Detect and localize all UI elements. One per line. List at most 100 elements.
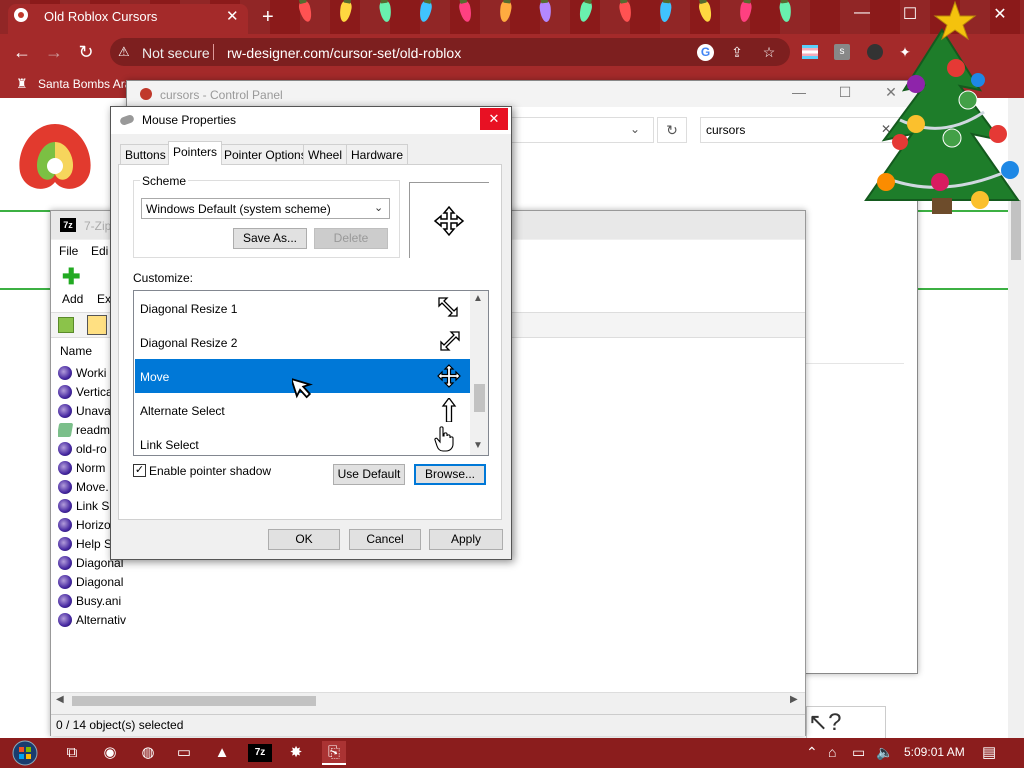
- cursor-file-icon: [58, 442, 72, 456]
- file-row[interactable]: Alternativ: [58, 611, 138, 630]
- browse-button[interactable]: Browse...: [414, 464, 486, 485]
- file-explorer-icon[interactable]: ▭: [172, 741, 196, 765]
- reload-icon[interactable]: ↻: [74, 42, 98, 63]
- chevron-down-icon[interactable]: ⌄: [630, 122, 640, 136]
- url-divider: [213, 44, 214, 60]
- chevron-up-icon[interactable]: ⌃: [806, 744, 818, 761]
- cursor-row-link-select[interactable]: Link Select: [135, 427, 470, 461]
- 7zip-taskbar-icon[interactable]: 7z: [248, 744, 272, 762]
- 7zip-logo-icon: 7z: [60, 218, 76, 232]
- scroll-up-icon[interactable]: ▲: [473, 293, 483, 304]
- 7zip-status-text: 0 / 14 object(s) selected: [56, 718, 184, 732]
- delete-button[interactable]: Delete: [314, 228, 388, 249]
- start-button[interactable]: [6, 739, 44, 767]
- menu-edit[interactable]: Edi: [91, 244, 108, 258]
- scroll-right-icon[interactable]: ▶: [790, 694, 798, 705]
- column-header-name[interactable]: Name: [60, 344, 92, 358]
- chevron-down-icon[interactable]: ⌄: [374, 201, 383, 214]
- network-icon[interactable]: ⌂: [828, 744, 836, 760]
- cursor-file-icon: [58, 499, 72, 513]
- flag-extension-icon[interactable]: [802, 45, 818, 59]
- refresh-button[interactable]: ↻: [657, 117, 687, 143]
- bookmark-item[interactable]: Santa Bombs Ara: [38, 77, 131, 91]
- extract-button[interactable]: Ex: [97, 292, 111, 306]
- cursor-file-icon: [58, 518, 72, 532]
- file-name: Unava: [76, 404, 111, 418]
- cp-search-value[interactable]: cursors: [706, 123, 745, 137]
- cursor-row-diagonal-resize-2[interactable]: Diagonal Resize 2: [135, 325, 470, 359]
- 7zip-scrollbar-thumb[interactable]: [72, 696, 316, 706]
- cp-maximize-button[interactable]: ☐: [830, 84, 860, 101]
- forward-arrow-icon[interactable]: →: [42, 42, 66, 63]
- tab-pointer-options[interactable]: Pointer Options: [219, 144, 312, 164]
- close-dialog-button[interactable]: ✕: [480, 108, 508, 130]
- back-arrow-icon[interactable]: ←: [10, 42, 34, 63]
- save-as-button[interactable]: Save As...: [233, 228, 307, 249]
- file-row[interactable]: Busy.ani: [58, 592, 138, 611]
- attachment-icon[interactable]: ⎘: [322, 741, 346, 765]
- enable-shadow-label[interactable]: Enable pointer shadow: [149, 464, 271, 478]
- notification-icon[interactable]: ▤: [982, 743, 996, 761]
- diagonal-resize-nwse-icon: [438, 297, 458, 317]
- security-status[interactable]: Not secure: [142, 45, 210, 61]
- task-view-icon[interactable]: ⧉: [60, 741, 84, 765]
- add-button[interactable]: Add: [62, 292, 83, 306]
- text-file-icon: [58, 423, 74, 437]
- cursor-file-icon: [58, 594, 72, 608]
- file-name: Move.: [76, 480, 109, 494]
- file-row[interactable]: Diagonal: [58, 573, 138, 592]
- cursor-file-icon: [58, 461, 72, 475]
- file-name: Norm: [76, 461, 106, 475]
- move-preview-icon: [433, 205, 465, 237]
- tab-buttons[interactable]: Buttons: [120, 144, 171, 164]
- roblox-icon[interactable]: ✸: [284, 741, 308, 765]
- site-favicon-icon: [14, 8, 28, 22]
- cursor-list-scrollbar-thumb[interactable]: [474, 384, 485, 412]
- folder-icon[interactable]: [87, 315, 107, 335]
- volume-icon[interactable]: 🔈: [876, 744, 893, 761]
- cursor-row-diagonal-resize-1[interactable]: Diagonal Resize 1: [135, 291, 470, 325]
- cursor-file-icon: [58, 366, 72, 380]
- diagonal-resize-nesw-icon: [440, 331, 460, 351]
- chrome-icon[interactable]: ◉: [98, 741, 122, 765]
- url-text[interactable]: rw-designer.com/cursor-set/old-roblox: [227, 45, 461, 61]
- cursor-list-scrollbar[interactable]: [470, 291, 488, 455]
- cursor-label: Diagonal Resize 2: [140, 336, 238, 350]
- bookmark-star-icon[interactable]: ☆: [760, 44, 778, 62]
- customize-label: Customize:: [133, 271, 194, 285]
- firefox-icon[interactable]: ◍: [136, 741, 160, 765]
- google-icon[interactable]: G: [697, 44, 714, 61]
- display-icon[interactable]: ▭: [852, 744, 865, 761]
- help-select-cursor-icon: ↖?: [808, 709, 842, 736]
- apply-button[interactable]: Apply: [429, 529, 503, 550]
- cancel-button[interactable]: Cancel: [349, 529, 421, 550]
- tab-pointers[interactable]: Pointers: [168, 141, 223, 165]
- scroll-left-icon[interactable]: ◀: [56, 694, 64, 705]
- extension-s-icon[interactable]: s: [834, 44, 850, 60]
- enable-shadow-checkbox[interactable]: ✓: [133, 464, 146, 477]
- cursor-label: Alternate Select: [140, 404, 225, 418]
- tab-wheel[interactable]: Wheel: [303, 144, 348, 164]
- file-name: Horizo: [76, 518, 111, 532]
- up-folder-icon[interactable]: [58, 317, 74, 333]
- mouse-pointer-icon: [292, 377, 313, 399]
- move-icon: [437, 364, 461, 388]
- scroll-down-icon[interactable]: ▼: [473, 440, 483, 451]
- taskbar-clock[interactable]: 5:09:01 AM: [904, 745, 965, 759]
- use-default-button[interactable]: Use Default: [333, 464, 405, 485]
- tab-hardware[interactable]: Hardware: [346, 144, 409, 164]
- ok-button[interactable]: OK: [268, 529, 340, 550]
- close-tab-icon[interactable]: ✕: [226, 7, 239, 25]
- cp-minimize-button[interactable]: —: [784, 84, 814, 100]
- warning-icon[interactable]: ⚠: [118, 44, 130, 60]
- site-logo-icon: [19, 124, 91, 189]
- new-tab-button[interactable]: +: [262, 6, 274, 29]
- add-icon[interactable]: ✚: [62, 266, 80, 288]
- share-icon[interactable]: ⇪: [728, 44, 746, 62]
- cursor-file-icon: [58, 385, 72, 399]
- 7zip-title: 7-Zip: [84, 219, 112, 233]
- file-name: old-ro: [76, 442, 107, 456]
- scheme-value[interactable]: Windows Default (system scheme): [146, 202, 331, 216]
- vlc-icon[interactable]: ▲: [210, 741, 234, 765]
- menu-file[interactable]: File: [59, 244, 78, 258]
